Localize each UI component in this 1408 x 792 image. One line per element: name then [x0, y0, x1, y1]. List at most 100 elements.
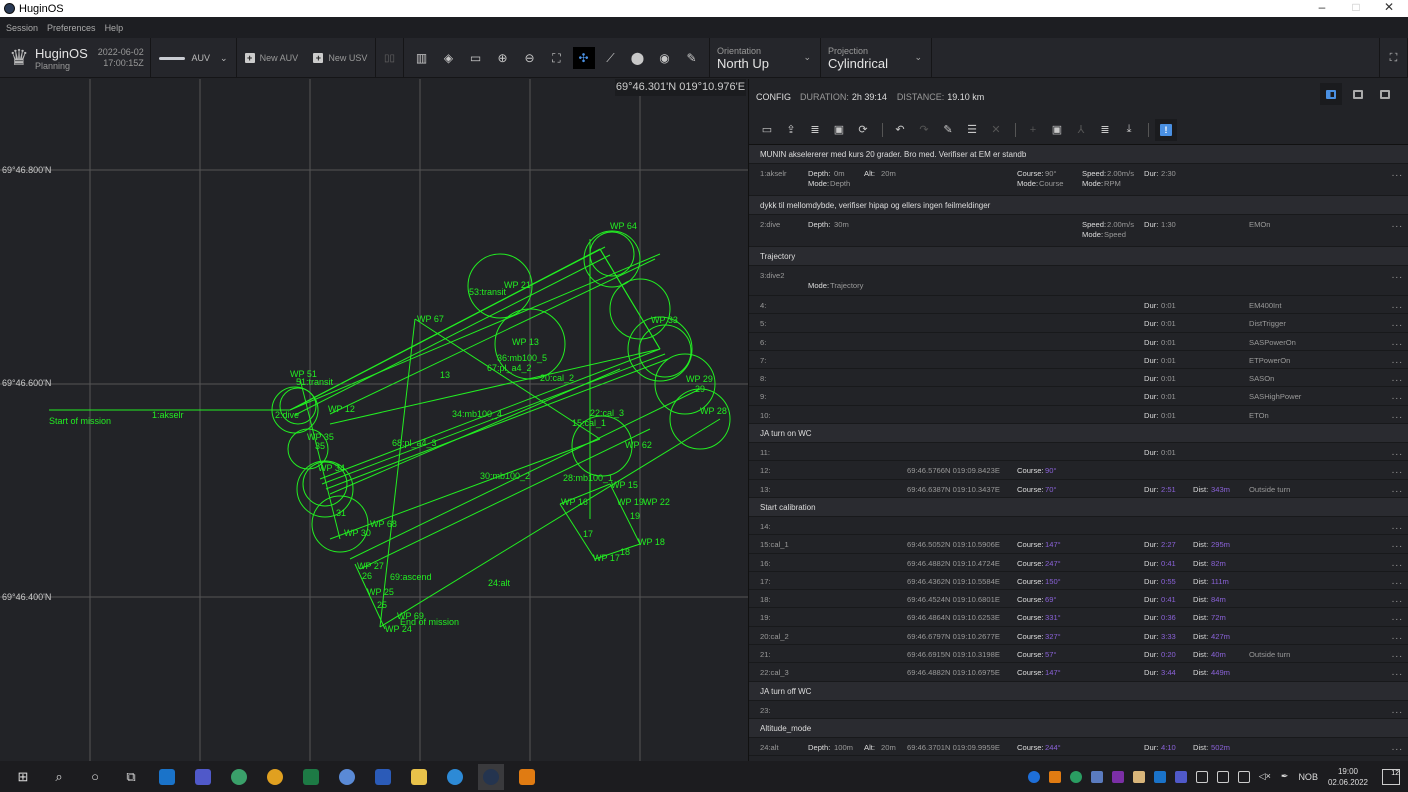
mission-step-row[interactable]: 20:cal_2 69:46.6797N 019:10.2677E Course: 3…: [749, 627, 1408, 646]
comment-button[interactable]: !: [1155, 118, 1177, 141]
more-options-button[interactable]: ...: [1392, 270, 1403, 281]
mission-step-row[interactable]: 5: Dur: 0:01 DistTrigger...: [749, 314, 1408, 333]
mission-step-row[interactable]: 9: Dur: 0:01 SASHighPower...: [749, 387, 1408, 406]
language-indicator[interactable]: NOB: [1298, 772, 1318, 782]
group-header[interactable]: MUNIN akselererer med kurs 20 grader. Br…: [749, 145, 1408, 164]
network-globe-icon[interactable]: [1069, 770, 1082, 783]
projection-dropdown[interactable]: Projection Cylindrical ⌄: [821, 38, 932, 78]
more-options-button[interactable]: ...: [1392, 410, 1403, 421]
more-options-button[interactable]: ...: [1392, 484, 1403, 495]
add-box-button[interactable]: ▣: [1046, 119, 1068, 141]
minimize-button[interactable]: –: [1308, 0, 1336, 14]
export-button[interactable]: ⇪: [780, 119, 802, 141]
taskbar-chrome-button[interactable]: [262, 764, 288, 790]
mission-step-row[interactable]: 10: Dur: 0:01 ETOn...: [749, 406, 1408, 425]
sync-button[interactable]: ⟳: [852, 119, 874, 141]
more-options-button[interactable]: ...: [1392, 558, 1403, 569]
marker-tool-button[interactable]: ◉: [654, 47, 676, 69]
more-options-button[interactable]: ...: [1392, 168, 1403, 179]
more-options-button[interactable]: ...: [1392, 539, 1403, 550]
layout-no-panel-button[interactable]: [1374, 83, 1396, 105]
more-options-button[interactable]: ...: [1392, 576, 1403, 587]
add-marker-tool-button[interactable]: ⬤: [627, 47, 649, 69]
fullscreen-button[interactable]: ⛶: [1380, 38, 1408, 78]
more-options-button[interactable]: ...: [1392, 318, 1403, 329]
vehicle-select[interactable]: AUV ⌄: [151, 38, 237, 78]
new-usv-button[interactable]: + New USV: [313, 53, 367, 63]
bluetooth-icon[interactable]: [1027, 770, 1040, 783]
mission-step-row[interactable]: 16: 69:46.4882N 019:10.4724E Course: 247° Du…: [749, 554, 1408, 572]
download-button[interactable]: ⤓: [1118, 119, 1140, 141]
outlook-tray-icon[interactable]: [1153, 770, 1166, 783]
more-options-button[interactable]: ...: [1392, 649, 1403, 660]
list-settings-button[interactable]: ≣: [804, 119, 826, 141]
taskbar-excel-button[interactable]: [298, 764, 324, 790]
group-header[interactable]: JA turn off WC: [749, 681, 1408, 701]
teams-tray-icon[interactable]: [1174, 770, 1187, 783]
mission-step-row[interactable]: 1:akselr Depth: 0m Mode: Depth Alt: 20m Course:…: [749, 164, 1408, 196]
taskbar-start-button[interactable]: ⊞: [10, 764, 36, 790]
taskbar-task-view-button[interactable]: ⧉: [118, 764, 144, 790]
taskbar-search-button[interactable]: ⌕: [46, 764, 72, 790]
edit-button[interactable]: ✎: [937, 119, 959, 141]
volume-muted-icon[interactable]: ◁×: [1259, 771, 1271, 782]
mail-icon[interactable]: [1132, 770, 1145, 783]
taskbar-magnifier-button[interactable]: [442, 764, 468, 790]
more-options-button[interactable]: ...: [1392, 355, 1403, 366]
menu-preferences[interactable]: Preferences: [47, 23, 96, 33]
more-options-button[interactable]: ...: [1392, 594, 1403, 605]
zoom-in-tool-button[interactable]: ⊕: [492, 47, 514, 69]
more-options-button[interactable]: ...: [1392, 300, 1403, 311]
maximize-button[interactable]: □: [1342, 0, 1370, 14]
more-options-button[interactable]: ...: [1392, 742, 1403, 753]
mission-step-row[interactable]: 14:...: [749, 517, 1408, 536]
folder-tool-button[interactable]: ▭: [465, 47, 487, 69]
more-options-button[interactable]: ...: [1392, 373, 1403, 384]
more-options-button[interactable]: ...: [1392, 612, 1403, 623]
zoom-out-tool-button[interactable]: ⊖: [519, 47, 541, 69]
pan-crosshair-tool-button[interactable]: ✣: [572, 47, 595, 69]
more-options-button[interactable]: ...: [1392, 219, 1403, 230]
taskbar-vlc-button[interactable]: [514, 764, 540, 790]
onenote-icon[interactable]: [1111, 770, 1124, 783]
mission-step-row[interactable]: 6: Dur: 0:01 SASPowerOn...: [749, 333, 1408, 351]
reorder-button[interactable]: ☰: [961, 119, 983, 141]
group-header[interactable]: Trajectory: [749, 247, 1408, 266]
mission-step-row[interactable]: 17: 69:46.4362N 019:10.5584E Course: 150° Du…: [749, 572, 1408, 591]
more-options-button[interactable]: ...: [1392, 447, 1403, 458]
new-auv-button[interactable]: + New AUV: [244, 53, 298, 63]
taskbar-earth-button[interactable]: [226, 764, 252, 790]
map-canvas[interactable]: Start of mission 1:akselr 2:dive WP 51 51:tr…: [0, 79, 748, 761]
grid-tool-button[interactable]: ▥: [411, 47, 433, 69]
pencil-tool-button[interactable]: ✎: [681, 47, 703, 69]
add-button[interactable]: +: [1022, 119, 1044, 141]
more-options-button[interactable]: ...: [1392, 631, 1403, 642]
mission-step-row[interactable]: 12: 69:46.5766N 019:09.8423E Course: 90°...: [749, 461, 1408, 480]
group-header[interactable]: dykk til mellomdybde, verifiser hipap og…: [749, 196, 1408, 215]
mission-step-row[interactable]: 7: Dur: 0:01 ETPowerOn...: [749, 351, 1408, 370]
taskbar-teams-button[interactable]: [190, 764, 216, 790]
more-options-button[interactable]: ...: [1392, 337, 1403, 348]
taskbar-explorer-button[interactable]: [406, 764, 432, 790]
save-button[interactable]: ▣: [828, 119, 850, 141]
mission-step-row[interactable]: 13: 69:46.6387N 019:10.3437E Course: 70° Dur…: [749, 480, 1408, 498]
group-header[interactable]: Start calibration: [749, 497, 1408, 517]
usb-icon[interactable]: [1195, 770, 1208, 783]
taskbar-cortana-button[interactable]: ○: [82, 764, 108, 790]
layers-tool-button[interactable]: ◈: [438, 47, 460, 69]
close-button[interactable]: ✕: [1375, 0, 1403, 14]
map-svg[interactable]: Start of mission1:akselr 2:diveWP 5151:tr…: [0, 79, 748, 761]
pen-icon[interactable]: ✒: [1281, 771, 1289, 782]
menu-session[interactable]: Session: [6, 23, 38, 33]
fit-extent-tool-button[interactable]: ⛶: [546, 47, 568, 69]
redo-button[interactable]: ↷: [913, 119, 935, 141]
delete-button[interactable]: ✕: [985, 119, 1007, 141]
remote-icon[interactable]: [1090, 770, 1103, 783]
more-options-button[interactable]: ...: [1392, 391, 1403, 402]
network-icon[interactable]: [1237, 770, 1250, 783]
mission-step-row[interactable]: 2:dive Depth: 30m Speed: 2.00m/s Mode: Speed Du…: [749, 215, 1408, 247]
menu-help[interactable]: Help: [105, 23, 124, 33]
mission-step-row[interactable]: 24:alt Depth: 100m Alt: 20m 69:46.3701N 019:0…: [749, 738, 1408, 757]
layout-left-panel-button[interactable]: [1320, 83, 1342, 105]
mission-step-row[interactable]: 19: 69:46.4864N 019:10.6253E Course: 331° Du…: [749, 608, 1408, 627]
